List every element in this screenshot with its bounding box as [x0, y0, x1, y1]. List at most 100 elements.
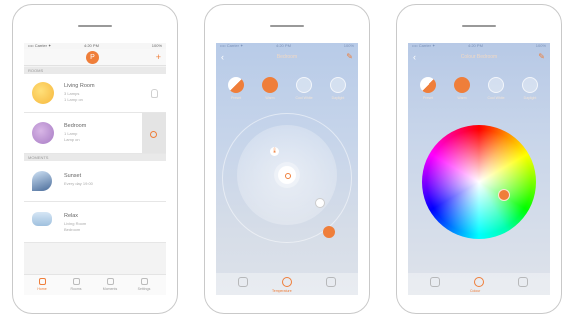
nav-bar: ‹ Bedroom ✎	[216, 51, 358, 65]
cool-white-button[interactable]: Cool White	[482, 77, 510, 100]
plus-icon[interactable]: +	[156, 52, 161, 62]
home-screen: •••• Carrier ✦ 4:20 PM 100% P + ROOMS Li…	[24, 43, 166, 295]
tab-label: Home	[37, 287, 47, 291]
color-picker-screen: •••• Carrier ✦ 4:20 PM 100% ‹ Colour Bed…	[408, 43, 550, 295]
lamp-color-blob	[32, 82, 54, 104]
active-tab-label: Colour	[470, 289, 481, 293]
daylight-button[interactable]: Daylight	[516, 77, 544, 100]
active-tab-label: Temperature	[272, 289, 292, 293]
home-icon	[38, 278, 46, 285]
daylight-label: Daylight	[523, 96, 537, 100]
color-handle[interactable]	[498, 189, 510, 201]
status-bar: •••• Carrier ✦ 4:20 PM 100%	[408, 43, 550, 49]
moment-card-sunset[interactable]: Sunset Every day 19:00	[24, 161, 166, 202]
preset-button[interactable]: Preset	[414, 77, 442, 100]
tab-label: Moments	[102, 287, 118, 291]
color-tab-icon[interactable]	[474, 277, 484, 287]
room-name: Living Room	[64, 83, 95, 89]
control-tabs: Temperature	[216, 273, 358, 295]
warm-label: Warm	[457, 96, 467, 100]
cool-white-button[interactable]: Cool White	[290, 77, 318, 100]
cool-white-label: Cool White	[295, 96, 313, 100]
tab-label: Settings	[137, 287, 151, 291]
status-carrier: •••• Carrier ✦	[412, 43, 436, 48]
tab-home[interactable]: Home	[28, 278, 56, 291]
daylight-button[interactable]: Daylight	[324, 77, 352, 100]
preset-row: Preset Warm Cool White Daylight	[408, 77, 550, 107]
brightness-handle[interactable]	[323, 226, 335, 238]
status-time: 4:20 PM	[276, 43, 291, 48]
room-name: Bedroom	[64, 123, 87, 129]
warm-button[interactable]: Warm	[256, 77, 284, 100]
cool-white-icon	[488, 77, 504, 93]
control-tabs: Colour	[408, 273, 550, 295]
moments-icon	[106, 278, 114, 285]
temperature-icon: 🌡	[270, 147, 279, 156]
temperature-tab-icon[interactable]	[518, 277, 528, 287]
preset-label: Preset	[422, 96, 434, 100]
room-status: 1 Lamp on	[64, 97, 83, 102]
preset-label: Preset	[230, 96, 242, 100]
edit-pencil-icon[interactable]: ✎	[346, 52, 353, 61]
avatar[interactable]: P	[86, 51, 99, 64]
dial-center-knob[interactable]	[278, 166, 296, 184]
status-battery: 100%	[535, 43, 546, 48]
phone-frame-room: •••• Carrier ✦ 4:20 PM 100% ‹ Bedroom ✎ …	[204, 4, 370, 314]
page-title: Colour Bedroom	[460, 54, 498, 60]
daylight-icon	[330, 77, 346, 93]
phone-frame-home: •••• Carrier ✦ 4:20 PM 100% P + ROOMS Li…	[12, 4, 178, 314]
moment-room-1: Living Room	[64, 221, 87, 226]
preset-icon	[420, 77, 436, 93]
warm-label: Warm	[265, 96, 275, 100]
swipe-action[interactable]	[142, 113, 166, 153]
warm-icon	[454, 77, 470, 93]
room-card-bedroom[interactable]: Bedroom 1 Lamp Lamp on	[24, 113, 166, 154]
nav-bar: ‹ Colour Bedroom ✎	[408, 51, 550, 65]
lightbulb-icon[interactable]	[151, 89, 158, 98]
temperature-tab-icon[interactable]	[282, 277, 292, 287]
moment-name: Relax	[64, 213, 79, 219]
scene-tab-icon[interactable]	[430, 277, 440, 287]
power-icon[interactable]	[150, 131, 157, 138]
warm-button[interactable]: Warm	[448, 77, 476, 100]
preset-icon	[228, 77, 244, 93]
rooms-icon	[72, 278, 80, 285]
moon-icon	[32, 171, 52, 191]
status-carrier: •••• Carrier ✦	[220, 43, 244, 48]
preset-button[interactable]: Preset	[222, 77, 250, 100]
edit-pencil-icon[interactable]: ✎	[538, 52, 545, 61]
page-title: Bedroom	[276, 54, 298, 60]
cool-white-label: Cool White	[487, 96, 505, 100]
room-lamps: 3 Lamps	[64, 91, 80, 96]
color-wheel[interactable]	[422, 125, 536, 239]
tab-moments[interactable]: Moments	[96, 278, 124, 291]
phone-speaker	[78, 25, 112, 27]
moment-card-relax[interactable]: Relax Living Room Bedroom	[24, 202, 166, 243]
lamp-color-blob	[32, 122, 54, 144]
tab-bar: Home Rooms Moments Settings	[24, 274, 166, 295]
lamp-position-dot[interactable]	[315, 198, 325, 208]
color-tab-icon[interactable]	[326, 277, 336, 287]
tab-settings[interactable]: Settings	[130, 278, 158, 291]
section-moments-header: MOMENTS	[24, 154, 166, 161]
room-lamps: 1 Lamp	[64, 131, 78, 136]
section-rooms-header: ROOMS	[24, 67, 166, 74]
status-time: 4:20 PM	[468, 43, 483, 48]
settings-icon	[140, 278, 148, 285]
daylight-label: Daylight	[331, 96, 345, 100]
moment-room-2: Bedroom	[64, 227, 81, 232]
cloud-icon	[32, 212, 52, 226]
room-card-living-room[interactable]: Living Room 3 Lamps 1 Lamp on	[24, 74, 166, 113]
room-status: Lamp on	[64, 137, 80, 142]
tab-rooms[interactable]: Rooms	[62, 278, 90, 291]
cool-white-icon	[296, 77, 312, 93]
phone-speaker	[270, 25, 304, 27]
daylight-icon	[522, 77, 538, 93]
home-top-bar: P +	[24, 49, 166, 66]
moment-schedule: Every day 19:00	[64, 181, 93, 186]
moment-name: Sunset	[64, 173, 82, 179]
phone-frame-color: •••• Carrier ✦ 4:20 PM 100% ‹ Colour Bed…	[396, 4, 562, 314]
status-bar: •••• Carrier ✦ 4:20 PM 100%	[216, 43, 358, 49]
scene-tab-icon[interactable]	[238, 277, 248, 287]
warm-icon	[262, 77, 278, 93]
